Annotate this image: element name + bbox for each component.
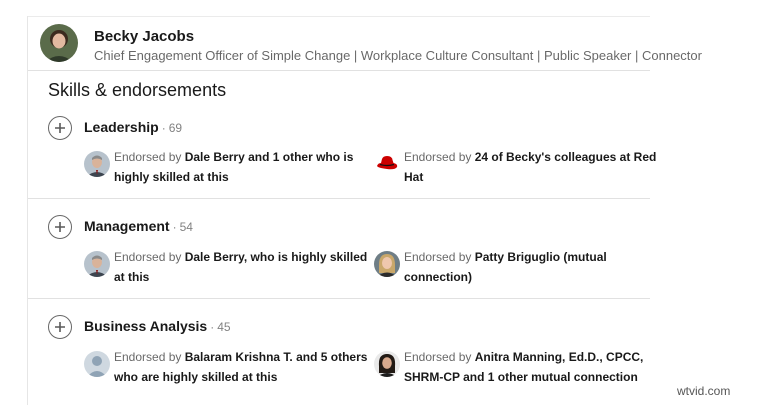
skill-header: Business Analysis · 45 xyxy=(84,318,231,336)
profile-name[interactable]: Becky Jacobs xyxy=(94,28,194,45)
profile-headline: Chief Engagement Officer of Simple Chang… xyxy=(94,48,702,63)
red-hat-logo-icon xyxy=(374,151,400,177)
endorsement-text: Endorsed by Balaram Krishna T. and 5 oth… xyxy=(114,350,368,384)
endorsement-text: Endorsed by Dale Berry and 1 other who i… xyxy=(114,150,354,184)
profile-avatar[interactable] xyxy=(40,24,78,62)
endorsement-text: Endorsed by Patty Briguglio (mutual conn… xyxy=(404,250,607,284)
endorsement-count[interactable]: 45 xyxy=(217,320,230,334)
endorser-avatar xyxy=(84,251,110,277)
add-endorsement-button[interactable] xyxy=(48,315,72,339)
divider xyxy=(28,70,650,71)
skill-name[interactable]: Management xyxy=(84,218,170,234)
plus-icon xyxy=(55,222,65,232)
section-title: Skills & endorsements xyxy=(48,80,227,100)
endorsement-count[interactable]: 69 xyxy=(169,121,182,135)
skill-separator: · xyxy=(161,121,166,135)
skill-header: Leadership · 69 xyxy=(84,119,182,137)
watermark: wtvid.com xyxy=(677,384,731,398)
divider xyxy=(28,198,650,199)
endorsement-text: Endorsed by Anitra Manning, Ed.D., CPCC,… xyxy=(404,350,644,384)
card-top-border xyxy=(28,16,650,17)
default-person-icon xyxy=(84,351,110,377)
endorser-avatar xyxy=(84,151,110,177)
endorsement-count[interactable]: 54 xyxy=(180,220,193,234)
divider xyxy=(28,298,650,299)
skill-header: Management · 54 xyxy=(84,218,193,236)
skill-name[interactable]: Leadership xyxy=(84,119,159,135)
add-endorsement-button[interactable] xyxy=(48,116,72,140)
endorsement-text: Endorsed by Dale Berry, who is highly sk… xyxy=(114,250,368,284)
endorser-avatar xyxy=(374,251,400,277)
skill-name[interactable]: Business Analysis xyxy=(84,318,207,334)
add-endorsement-button[interactable] xyxy=(48,215,72,239)
skill-separator: · xyxy=(172,220,177,234)
endorser-avatar xyxy=(374,351,400,377)
plus-icon xyxy=(55,123,65,133)
skills-card: Becky Jacobs Chief Engagement Officer of… xyxy=(27,16,702,405)
endorsement-text: Endorsed by 24 of Becky's colleagues at … xyxy=(404,150,657,184)
plus-icon xyxy=(55,322,65,332)
profile-header: Becky Jacobs Chief Engagement Officer of… xyxy=(40,24,702,70)
skill-separator: · xyxy=(210,320,215,334)
